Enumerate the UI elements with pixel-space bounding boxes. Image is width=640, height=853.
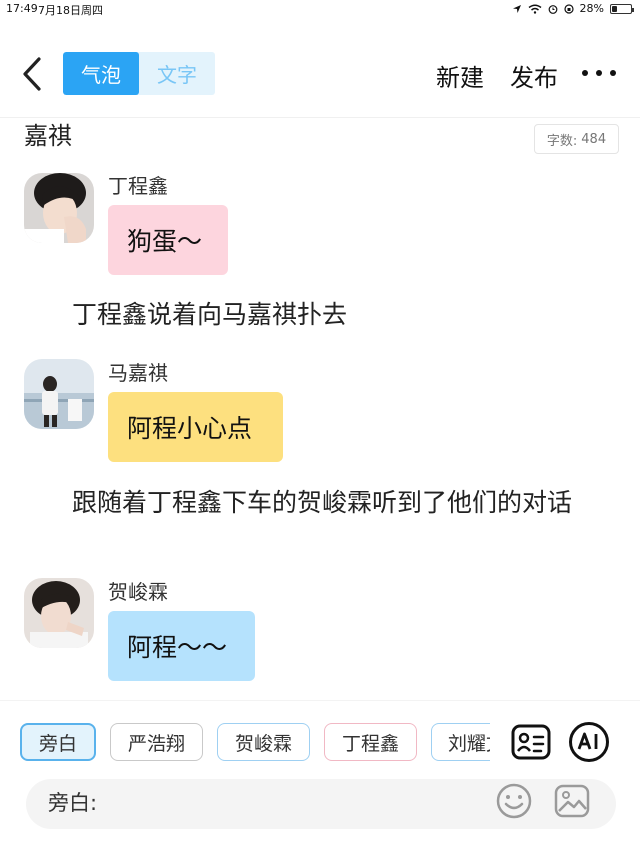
- emoji-button[interactable]: [494, 781, 534, 821]
- mode-toggle: 气泡 文字: [63, 52, 215, 95]
- message-bubble[interactable]: 阿程～～: [108, 611, 255, 681]
- status-bar: 17:49 7月18日周四 28%: [0, 0, 640, 18]
- image-icon: [554, 784, 590, 818]
- location-icon: [512, 4, 521, 13]
- avatar[interactable]: [24, 173, 94, 243]
- tab-bubble[interactable]: 气泡: [63, 52, 139, 95]
- role-chip-narrator[interactable]: 旁白: [20, 723, 96, 761]
- message-bubble[interactable]: 狗蛋～: [108, 205, 228, 275]
- role-chip[interactable]: 贺峻霖: [217, 723, 310, 761]
- image-button[interactable]: [552, 781, 592, 821]
- battery-icon: [610, 3, 634, 14]
- word-count-value: 484: [581, 131, 607, 147]
- alarm-icon: [548, 4, 557, 14]
- avatar[interactable]: [24, 359, 94, 429]
- composer-role-label: 旁白:: [48, 791, 98, 815]
- publish-button[interactable]: 发布: [510, 58, 558, 93]
- ai-icon: [569, 722, 609, 762]
- word-count-label: 字数:: [546, 133, 578, 149]
- partial-top-text: 嘉祺: [24, 122, 72, 150]
- story-content[interactable]: 嘉祺 字数: 484 丁程鑫 狗蛋～ 丁程鑫说着向马嘉祺扑去 马嘉祺 阿程小心点…: [0, 118, 640, 698]
- status-right: 28%: [512, 2, 634, 15]
- battery-fill: [612, 5, 618, 12]
- word-count-badge: 字数: 484: [534, 124, 619, 154]
- composer-input[interactable]: 旁白:: [26, 779, 616, 829]
- status-time: 17:49: [6, 2, 38, 15]
- wifi-icon: [528, 4, 541, 14]
- narration-text[interactable]: 跟随着丁程鑫下车的贺峻霖听到了他们的对话: [24, 484, 616, 522]
- role-chip[interactable]: 丁程鑫: [324, 723, 417, 761]
- new-button[interactable]: 新建: [436, 58, 484, 93]
- role-card-icon: [511, 724, 551, 760]
- battery-percent: 28%: [579, 2, 604, 15]
- emoji-icon: [496, 783, 532, 819]
- role-chip[interactable]: 严浩翔: [110, 723, 203, 761]
- speaker-name: 丁程鑫: [108, 174, 168, 198]
- more-dot: [582, 70, 588, 76]
- more-dot: [596, 70, 602, 76]
- avatar[interactable]: [24, 578, 94, 648]
- avatar-image: [24, 173, 94, 243]
- role-card-button[interactable]: [510, 721, 552, 763]
- tab-text[interactable]: 文字: [139, 52, 215, 95]
- message-bubble[interactable]: 阿程小心点: [108, 392, 283, 462]
- avatar-image: [24, 359, 94, 429]
- top-nav: 气泡 文字 新建 发布: [0, 40, 640, 110]
- more-dot: [610, 70, 616, 76]
- role-chips-track: 旁白 严浩翔 贺峻霖 丁程鑫 刘耀文: [20, 723, 490, 761]
- rotation-lock-icon: [563, 3, 574, 14]
- status-date: 7月18日周四: [38, 4, 103, 17]
- speaker-name: 马嘉祺: [108, 361, 168, 385]
- more-dots-icon[interactable]: [582, 58, 616, 88]
- role-chip[interactable]: 刘耀文: [431, 723, 490, 761]
- narration-text[interactable]: 丁程鑫说着向马嘉祺扑去: [24, 296, 616, 334]
- back-button[interactable]: [14, 52, 50, 96]
- avatar-image: [24, 578, 94, 648]
- chevron-left-icon: [23, 57, 41, 91]
- bottom-panel: 旁白 严浩翔 贺峻霖 丁程鑫 刘耀文 旁白:: [0, 700, 640, 853]
- ai-button[interactable]: [568, 721, 610, 763]
- role-chips[interactable]: 旁白 严浩翔 贺峻霖 丁程鑫 刘耀文: [20, 723, 490, 763]
- speaker-name: 贺峻霖: [108, 580, 168, 604]
